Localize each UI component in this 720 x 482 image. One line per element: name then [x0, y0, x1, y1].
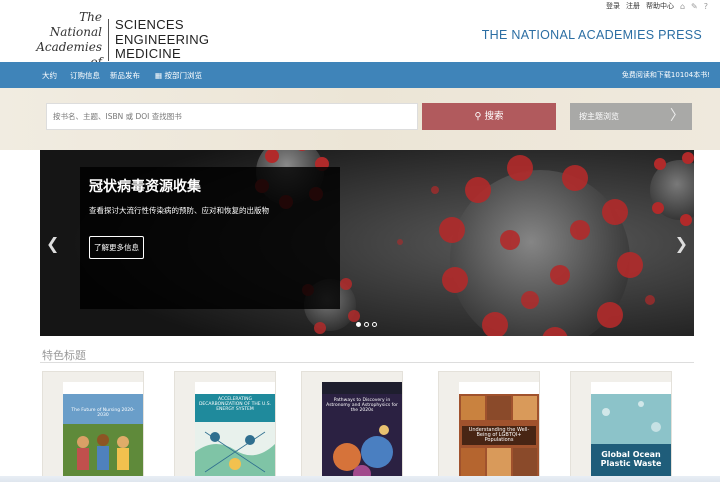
book-cover-ocean-plastic[interactable]: Global Ocean Plastic Waste [591, 382, 671, 482]
logo-line-1: The National [49, 10, 102, 39]
edit-icon[interactable]: ✎ [691, 2, 698, 11]
book-card-5[interactable]: Global Ocean Plastic Waste [570, 371, 672, 482]
book-cover-lgbtqi[interactable]: Understanding the Well-Being of LGBTQI+ … [459, 382, 539, 482]
book-card-2[interactable]: ACCELERATING DECARBONIZATION OF THE U.S.… [174, 371, 276, 482]
hero-title: 冠状病毒资源收集 [89, 179, 201, 195]
book-caption-2: ACCELERATING DECARBONIZATION OF THE U.S.… [198, 397, 272, 412]
book-cover-art [63, 394, 143, 482]
book-cover-art [322, 394, 402, 482]
book-caption-5: Global Ocean Plastic Waste [600, 450, 662, 468]
cart-icon[interactable]: ⌂ [680, 2, 685, 11]
nav-browse-by-division[interactable]: ▦ 按部门浏览 [155, 70, 202, 81]
logo-sciences: SCIENCES [115, 17, 184, 33]
book-card-1[interactable]: The Future of Nursing 2020-2030 [42, 371, 144, 482]
featured-titles-heading: 特色标题 [42, 349, 86, 362]
bottom-bar [0, 476, 720, 482]
site-header: The National Academies of SCIENCES ENGIN… [0, 0, 720, 69]
carousel-dot-3[interactable] [372, 322, 377, 327]
carousel-dots [356, 322, 377, 327]
nav-ordering[interactable]: 订购信息 [70, 70, 100, 81]
hero-subtitle: 查看探讨大流行性传染病的预防、应对和恢复的出版物 [89, 206, 269, 215]
search-icon: ⚲ [474, 111, 485, 122]
hero-caption-box: 冠状病毒资源收集 查看探讨大流行性传染病的预防、应对和恢复的出版物 了解更多信息 [80, 167, 340, 309]
help-center-link[interactable]: 帮助中心 [646, 1, 674, 11]
logo-medicine: MEDICINE [115, 46, 181, 62]
book-card-4[interactable]: Understanding the Well-Being of LGBTQI+ … [438, 371, 540, 482]
login-link[interactable]: 登录 [606, 1, 620, 11]
logo-divider [108, 19, 109, 61]
book-cover-nursing[interactable]: The Future of Nursing 2020-2030 [63, 382, 143, 482]
help-icon[interactable]: ? [704, 2, 708, 11]
featured-divider [40, 362, 694, 363]
page: The National Academies of SCIENCES ENGIN… [0, 0, 720, 482]
free-books-notice[interactable]: 免费阅读和下载10104本书! [622, 70, 710, 80]
search-button[interactable]: ⚲ 搜索 [422, 103, 556, 130]
nas-logo[interactable]: The National Academies of SCIENCES ENGIN… [36, 10, 209, 70]
browse-button-label: 按主题浏览 [579, 112, 619, 121]
chevron-right-icon: 〉 [670, 108, 684, 124]
browse-by-topic-button[interactable]: 按主题浏览 〉 [570, 103, 692, 130]
press-title-link[interactable]: THE NATIONAL ACADEMIES PRESS [482, 28, 702, 42]
carousel-next-arrow-icon[interactable]: ❯ [675, 234, 688, 253]
learn-more-button[interactable]: 了解更多信息 [89, 236, 144, 259]
book-caption-3: Pathways to Discovery in Astronomy and A… [326, 398, 398, 413]
main-nav: 大约 订购信息 新品发布 ▦ 按部门浏览 免费阅读和下载10104本书! [0, 62, 720, 88]
carousel-dot-2[interactable] [364, 322, 369, 327]
nav-new-releases[interactable]: 新品发布 [110, 70, 140, 81]
search-input[interactable]: 按书名、主题、ISBN 或 DOI 查找图书 [46, 103, 418, 130]
hero-carousel[interactable]: 冠状病毒资源收集 查看探讨大流行性传染病的预防、应对和恢复的出版物 了解更多信息… [40, 150, 694, 336]
nav-about[interactable]: 大约 [42, 70, 57, 81]
book-card-3[interactable]: Pathways to Discovery in Astronomy and A… [301, 371, 403, 482]
carousel-prev-arrow-icon[interactable]: ❮ [46, 234, 59, 253]
book-caption-1: The Future of Nursing 2020-2030 [71, 408, 135, 418]
book-caption-4: Understanding the Well-Being of LGBTQI+ … [462, 426, 536, 445]
register-link[interactable]: 注册 [626, 1, 640, 11]
book-cover-astronomy[interactable]: Pathways to Discovery in Astronomy and A… [322, 382, 402, 482]
logo-engineering: ENGINEERING [115, 31, 210, 47]
search-button-label: 搜索 [484, 111, 504, 122]
nav-browse-label: 按部门浏览 [164, 71, 202, 80]
carousel-dot-1[interactable] [356, 322, 361, 327]
search-band: 按书名、主题、ISBN 或 DOI 查找图书 ⚲ 搜索 按主题浏览 〉 [0, 88, 720, 150]
book-cover-decarbonization[interactable]: ACCELERATING DECARBONIZATION OF THE U.S.… [195, 382, 275, 482]
utility-links: 登录 注册 帮助中心 ⌂ ✎ ? [606, 1, 708, 11]
